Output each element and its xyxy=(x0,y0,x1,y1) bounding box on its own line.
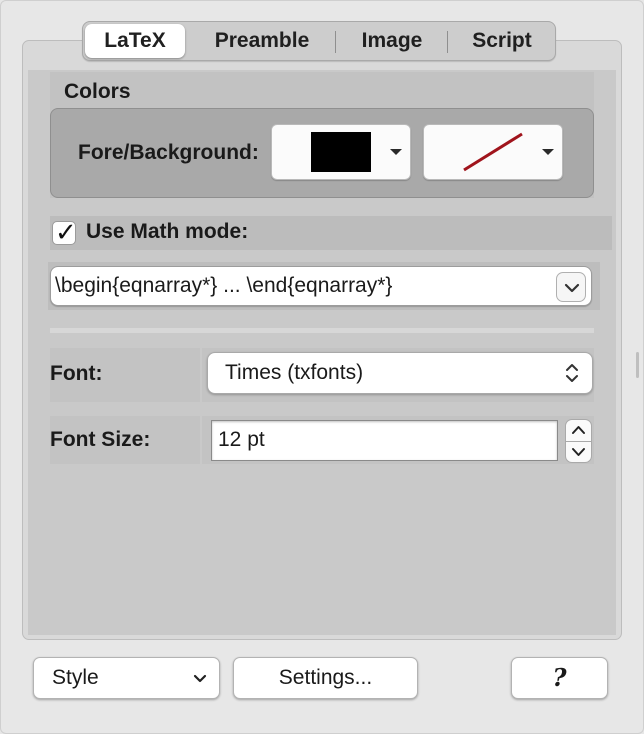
font-size-label: Font Size: xyxy=(50,428,151,451)
font-value: Times (txfonts) xyxy=(225,361,364,384)
no-color-slash-icon xyxy=(463,132,523,172)
stepper-separator xyxy=(566,441,591,442)
style-button-label: Style xyxy=(52,666,99,689)
updown-arrows-icon xyxy=(566,364,578,382)
tab-image[interactable]: Image xyxy=(337,22,447,60)
tab-bar: LaTeX Preamble Image Script xyxy=(82,21,556,61)
chevron-down-icon xyxy=(564,283,580,293)
resize-handle[interactable] xyxy=(636,352,639,378)
foreground-color-swatch xyxy=(311,132,371,172)
chevron-down-icon xyxy=(542,149,554,155)
settings-button[interactable]: Settings... xyxy=(233,657,418,699)
fore-background-label: Fore/Background: xyxy=(78,141,259,164)
stepper-up-icon[interactable] xyxy=(566,421,591,439)
stepper-down-icon[interactable] xyxy=(566,443,591,461)
chevron-down-icon xyxy=(390,149,402,155)
help-button[interactable]: ? xyxy=(511,657,608,699)
tab-preamble[interactable]: Preamble xyxy=(187,22,337,60)
tab-script[interactable]: Script xyxy=(449,22,555,60)
style-popup-button[interactable]: Style xyxy=(33,657,220,699)
chevron-down-icon xyxy=(193,674,207,683)
math-mode-label: Use Math mode: xyxy=(86,220,249,243)
font-label: Font: xyxy=(50,362,103,385)
combo-dropdown-button[interactable] xyxy=(556,272,586,302)
tab-latex[interactable]: LaTeX xyxy=(85,24,185,58)
math-environment-value: \begin{eqnarray*} ... \end{eqnarray*} xyxy=(55,274,393,297)
font-size-value: 12 pt xyxy=(218,428,265,451)
checkmark-icon: ✓ xyxy=(55,217,77,247)
section-divider xyxy=(50,328,594,333)
colors-title: Colors xyxy=(64,80,131,103)
tab-separator xyxy=(447,31,448,53)
tab-separator xyxy=(335,31,336,53)
